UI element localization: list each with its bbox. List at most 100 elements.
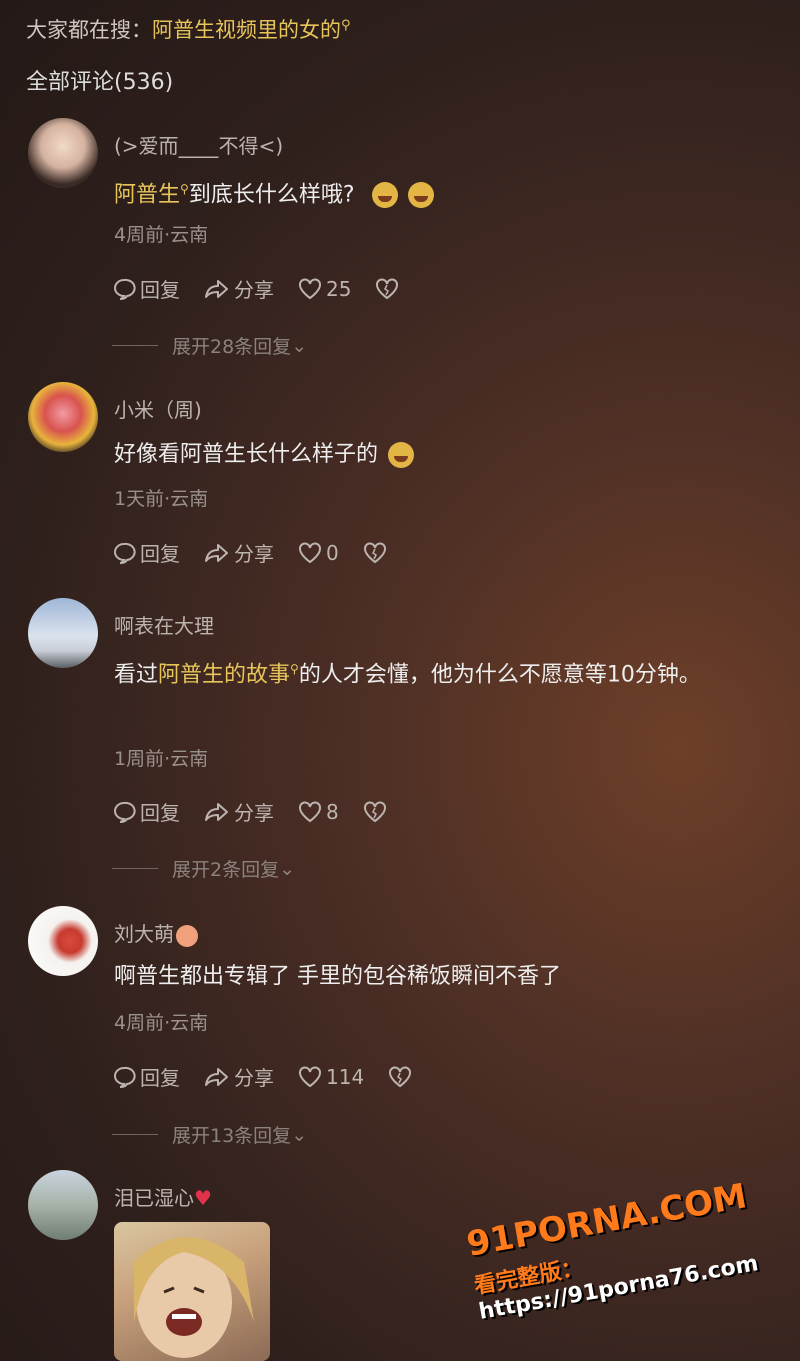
comment-meta: 1天前·云南 [114, 488, 209, 510]
expand-replies-button[interactable]: 展开13条回复 ⌄ [112, 1121, 307, 1148]
dislike-button[interactable] [375, 277, 403, 300]
heart-icon [299, 277, 321, 299]
search-icon: ⚲ [180, 182, 189, 196]
expand-label: 展开28条回复 [172, 336, 292, 358]
broken-heart-icon [363, 541, 386, 563]
username-text: 泪已湿心 [114, 1186, 194, 1210]
username[interactable]: 小米（周) [114, 394, 202, 423]
share-button[interactable]: 分享 [204, 538, 274, 567]
avatar[interactable] [28, 906, 98, 976]
dislike-button[interactable] [363, 541, 391, 564]
avatar[interactable] [28, 1170, 98, 1240]
comments-count: 全部评论(536) [26, 70, 174, 95]
like-count: 0 [326, 540, 339, 565]
reply-label: 回复 [140, 278, 180, 302]
expand-label: 展开13条回复 [172, 1125, 292, 1147]
divider [112, 345, 158, 346]
heart-icon [299, 541, 321, 563]
comment-text-rest: 的人才会懂，他为什么不愿意等10分钟。 [298, 662, 701, 688]
expand-replies-button[interactable]: 展开28条回复 ⌄ [112, 332, 307, 359]
like-count: 114 [326, 1064, 365, 1089]
username[interactable]: 啊表在大理 [114, 610, 214, 639]
divider [112, 868, 158, 869]
reply-icon [114, 278, 136, 300]
search-prefix: 大家都在搜： [26, 18, 152, 42]
reply-label: 回复 [140, 801, 180, 825]
comment-actions: 回复 分享 8 [112, 797, 415, 826]
avatar[interactable] [28, 118, 98, 188]
divider [112, 1134, 158, 1135]
expand-replies-button[interactable]: 展开2条回复 ⌄ [112, 855, 295, 882]
like-button[interactable]: 0 [298, 541, 339, 565]
heart-icon [299, 1065, 321, 1087]
comment-meta: 4周前·云南 [114, 224, 209, 246]
watermark: 91PORNA.COM 看完整版：https://91porna76.com [464, 1168, 800, 1325]
username[interactable]: 刘大萌 [114, 918, 198, 947]
share-icon [205, 802, 228, 821]
peach-emoji-icon [176, 924, 198, 947]
reply-label: 回复 [140, 1066, 180, 1090]
broken-heart-icon [363, 800, 386, 822]
search-term-link[interactable]: 阿普生视频里的女的 [152, 18, 341, 42]
comment-text-pre: 看过 [114, 662, 159, 688]
reply-icon [114, 542, 136, 564]
username-text: 刘大萌 [114, 922, 174, 946]
laugh-emoji-icon [407, 182, 434, 209]
comment-meta: 4周前·云南 [114, 1012, 209, 1034]
reply-button[interactable]: 回复 [112, 797, 180, 826]
rofl-emoji-icon [388, 442, 415, 468]
dislike-button[interactable] [388, 1065, 416, 1088]
laugh-emoji-icon [371, 182, 398, 209]
comment-text: 啊普生都出专辑了 手里的包谷稀饭瞬间不香了 [114, 964, 561, 989]
username[interactable]: 泪已湿心♥ [114, 1182, 212, 1211]
dislike-button[interactable] [363, 800, 391, 823]
like-button[interactable]: 114 [298, 1065, 364, 1089]
chevron-down-icon: ⌄ [279, 857, 296, 880]
comment-text-rest: 到底长什么样哦? [188, 182, 355, 208]
reply-label: 回复 [140, 542, 180, 566]
share-button[interactable]: 分享 [204, 274, 274, 303]
like-button[interactable]: 8 [298, 800, 339, 824]
share-label: 分享 [234, 278, 274, 302]
avatar[interactable] [28, 598, 98, 668]
search-suggestion[interactable]: 大家都在搜：阿普生视频里的女的⚲ [26, 14, 351, 44]
heart-icon [299, 800, 321, 822]
share-button[interactable]: 分享 [204, 797, 274, 826]
share-label: 分享 [234, 801, 274, 825]
keyword-link[interactable]: 阿普生的故事 [158, 662, 290, 687]
chevron-down-icon: ⌄ [291, 1123, 308, 1146]
red-heart-icon: ♥ [194, 1186, 212, 1210]
share-icon [205, 543, 228, 562]
search-icon: ⚲ [341, 18, 351, 33]
share-label: 分享 [234, 1066, 274, 1090]
reply-button[interactable]: 回复 [112, 1062, 180, 1091]
share-label: 分享 [234, 542, 274, 566]
reply-icon [114, 1066, 136, 1088]
comment-actions: 回复 分享 25 [112, 274, 427, 303]
comment-actions: 回复 分享 114 [112, 1062, 440, 1091]
chevron-down-icon: ⌄ [291, 334, 308, 357]
reply-icon [114, 801, 136, 823]
broken-heart-icon [389, 1065, 412, 1087]
like-button[interactable]: 25 [298, 277, 351, 301]
share-icon [205, 279, 228, 298]
avatar[interactable] [28, 382, 98, 452]
share-button[interactable]: 分享 [204, 1062, 274, 1091]
comment-meta: 1周前·云南 [114, 748, 209, 770]
comment-text-content: 好像看阿普生长什么样子的 [114, 442, 379, 467]
comment-text: 好像看阿普生长什么样子的 [114, 432, 760, 478]
face-photo [134, 1237, 254, 1358]
reply-button[interactable]: 回复 [112, 538, 180, 567]
comment-actions: 回复 分享 0 [112, 538, 415, 567]
keyword-link[interactable]: 阿普生 [114, 182, 180, 207]
share-icon [205, 1067, 228, 1086]
comment-text: 阿普生⚲到底长什么样哦? [114, 166, 760, 218]
broken-heart-icon [376, 277, 399, 299]
like-count: 25 [326, 276, 352, 301]
search-icon: ⚲ [290, 662, 299, 676]
username[interactable]: (>爱而⎽⎽不得<) [114, 130, 283, 159]
reply-button[interactable]: 回复 [112, 274, 180, 303]
comment-image[interactable] [114, 1222, 270, 1361]
comment-text: 看过阿普生的故事⚲的人才会懂，他为什么不愿意等10分钟。 [114, 646, 754, 698]
expand-label: 展开2条回复 [172, 859, 280, 881]
